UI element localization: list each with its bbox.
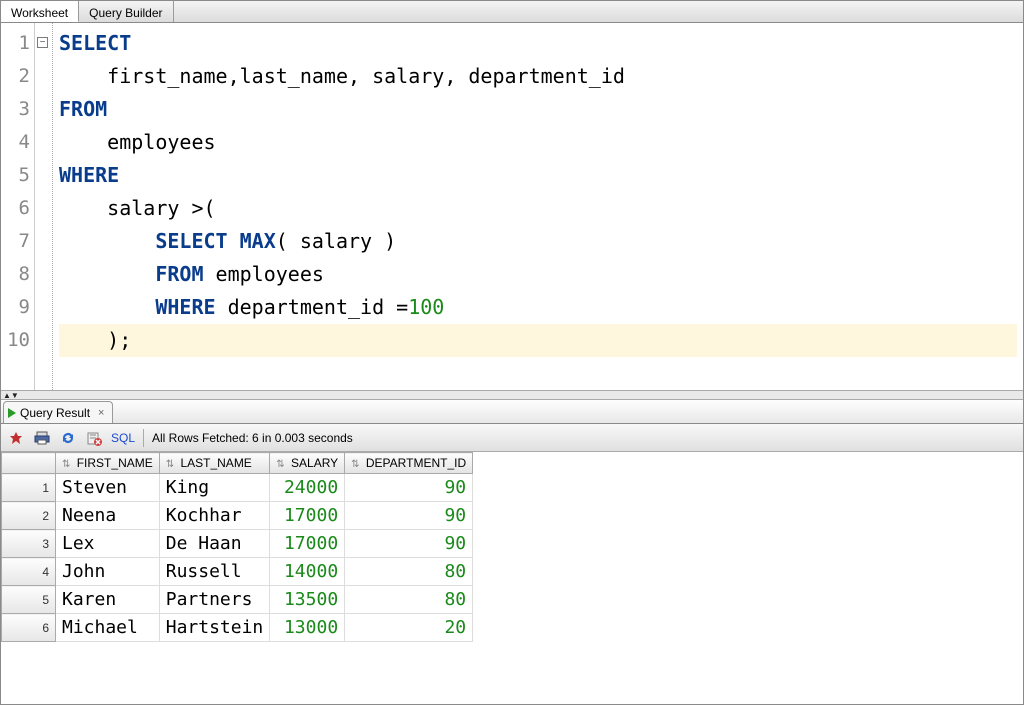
table-row[interactable]: 1StevenKing2400090 [2, 474, 473, 502]
code-line[interactable]: ); [59, 324, 1017, 357]
line-number: 7 [1, 225, 30, 258]
sql-editor[interactable]: 12345678910 − SELECT first_name,last_nam… [1, 23, 1023, 391]
line-number: 4 [1, 126, 30, 159]
row-number: 3 [2, 530, 56, 558]
cell[interactable]: 80 [345, 586, 473, 614]
code-line[interactable]: salary >( [59, 192, 1017, 225]
column-header[interactable]: ⇅ FIRST_NAME [56, 453, 160, 474]
cell[interactable]: Partners [159, 586, 270, 614]
table-row[interactable]: 4JohnRussell1400080 [2, 558, 473, 586]
column-header[interactable]: ⇅ LAST_NAME [159, 453, 270, 474]
cell[interactable]: 17000 [270, 502, 345, 530]
refresh-icon[interactable] [59, 429, 77, 447]
play-icon [8, 408, 16, 418]
code-line[interactable]: SELECT [59, 27, 1017, 60]
table-row[interactable]: 5KarenPartners1350080 [2, 586, 473, 614]
line-number: 2 [1, 60, 30, 93]
cell[interactable]: 17000 [270, 530, 345, 558]
cell[interactable]: De Haan [159, 530, 270, 558]
cell[interactable]: 90 [345, 474, 473, 502]
result-toolbar: SQL All Rows Fetched: 6 in 0.003 seconds [1, 424, 1023, 452]
line-number-gutter: 12345678910 [1, 23, 35, 390]
code-line[interactable]: WHERE [59, 159, 1017, 192]
cell[interactable]: Steven [56, 474, 160, 502]
grid-corner [2, 453, 56, 474]
table-row[interactable]: 2NeenaKochhar1700090 [2, 502, 473, 530]
row-number: 1 [2, 474, 56, 502]
cell[interactable]: Karen [56, 586, 160, 614]
tab-query-builder[interactable]: Query Builder [79, 1, 173, 22]
cell[interactable]: 20 [345, 614, 473, 642]
cell[interactable]: Lex [56, 530, 160, 558]
pin-icon[interactable] [7, 429, 25, 447]
cell[interactable]: 13000 [270, 614, 345, 642]
code-line[interactable]: WHERE department_id =100 [59, 291, 1017, 324]
line-number: 1 [1, 27, 30, 60]
cell[interactable]: 14000 [270, 558, 345, 586]
column-header[interactable]: ⇅ SALARY [270, 453, 345, 474]
sql-link[interactable]: SQL [111, 431, 135, 445]
cell[interactable]: 90 [345, 530, 473, 558]
code-line[interactable]: FROM employees [59, 258, 1017, 291]
app-window: Worksheet Query Builder 12345678910 − SE… [0, 0, 1024, 705]
row-number: 6 [2, 614, 56, 642]
worksheet-tabbar: Worksheet Query Builder [1, 1, 1023, 23]
cell[interactable]: Russell [159, 558, 270, 586]
line-number: 10 [1, 324, 30, 357]
tab-query-result[interactable]: Query Result × [3, 401, 113, 423]
line-number: 3 [1, 93, 30, 126]
line-number: 6 [1, 192, 30, 225]
sort-icon[interactable]: ⇅ [351, 459, 359, 470]
row-number: 5 [2, 586, 56, 614]
line-number: 5 [1, 159, 30, 192]
cell[interactable]: 13500 [270, 586, 345, 614]
cell[interactable]: Neena [56, 502, 160, 530]
results-grid[interactable]: ⇅ FIRST_NAME⇅ LAST_NAME⇅ SALARY⇅ DEPARTM… [1, 452, 473, 642]
row-number: 2 [2, 502, 56, 530]
fold-toggle-icon[interactable]: − [37, 37, 48, 48]
code-line[interactable]: employees [59, 126, 1017, 159]
cell[interactable]: Kochhar [159, 502, 270, 530]
table-row[interactable]: 6MichaelHartstein1300020 [2, 614, 473, 642]
fold-gutter: − [35, 23, 53, 390]
cell[interactable]: 24000 [270, 474, 345, 502]
code-line[interactable]: FROM [59, 93, 1017, 126]
result-tab-label: Query Result [20, 406, 90, 420]
sort-icon[interactable]: ⇅ [62, 459, 70, 470]
sort-icon[interactable]: ⇅ [166, 459, 174, 470]
code-line[interactable]: first_name,last_name, salary, department… [59, 60, 1017, 93]
row-number: 4 [2, 558, 56, 586]
delete-icon[interactable] [85, 429, 103, 447]
cell[interactable]: Hartstein [159, 614, 270, 642]
cell[interactable]: Michael [56, 614, 160, 642]
cell[interactable]: 90 [345, 502, 473, 530]
pane-splitter[interactable]: ▲▼ [1, 391, 1023, 400]
code-line[interactable]: SELECT MAX( salary ) [59, 225, 1017, 258]
result-tabbar: Query Result × [1, 400, 1023, 424]
close-icon[interactable]: × [98, 407, 104, 419]
cell[interactable]: King [159, 474, 270, 502]
sort-icon[interactable]: ⇅ [276, 459, 284, 470]
cell[interactable]: 80 [345, 558, 473, 586]
cell[interactable]: John [56, 558, 160, 586]
print-icon[interactable] [33, 429, 51, 447]
results-grid-container: ⇅ FIRST_NAME⇅ LAST_NAME⇅ SALARY⇅ DEPARTM… [1, 452, 1023, 704]
code-area[interactable]: SELECT first_name,last_name, salary, dep… [53, 23, 1023, 390]
table-row[interactable]: 3LexDe Haan1700090 [2, 530, 473, 558]
line-number: 8 [1, 258, 30, 291]
fetch-status: All Rows Fetched: 6 in 0.003 seconds [152, 431, 353, 445]
toolbar-separator [143, 429, 144, 447]
line-number: 9 [1, 291, 30, 324]
tab-worksheet[interactable]: Worksheet [1, 1, 79, 22]
column-header[interactable]: ⇅ DEPARTMENT_ID [345, 453, 473, 474]
